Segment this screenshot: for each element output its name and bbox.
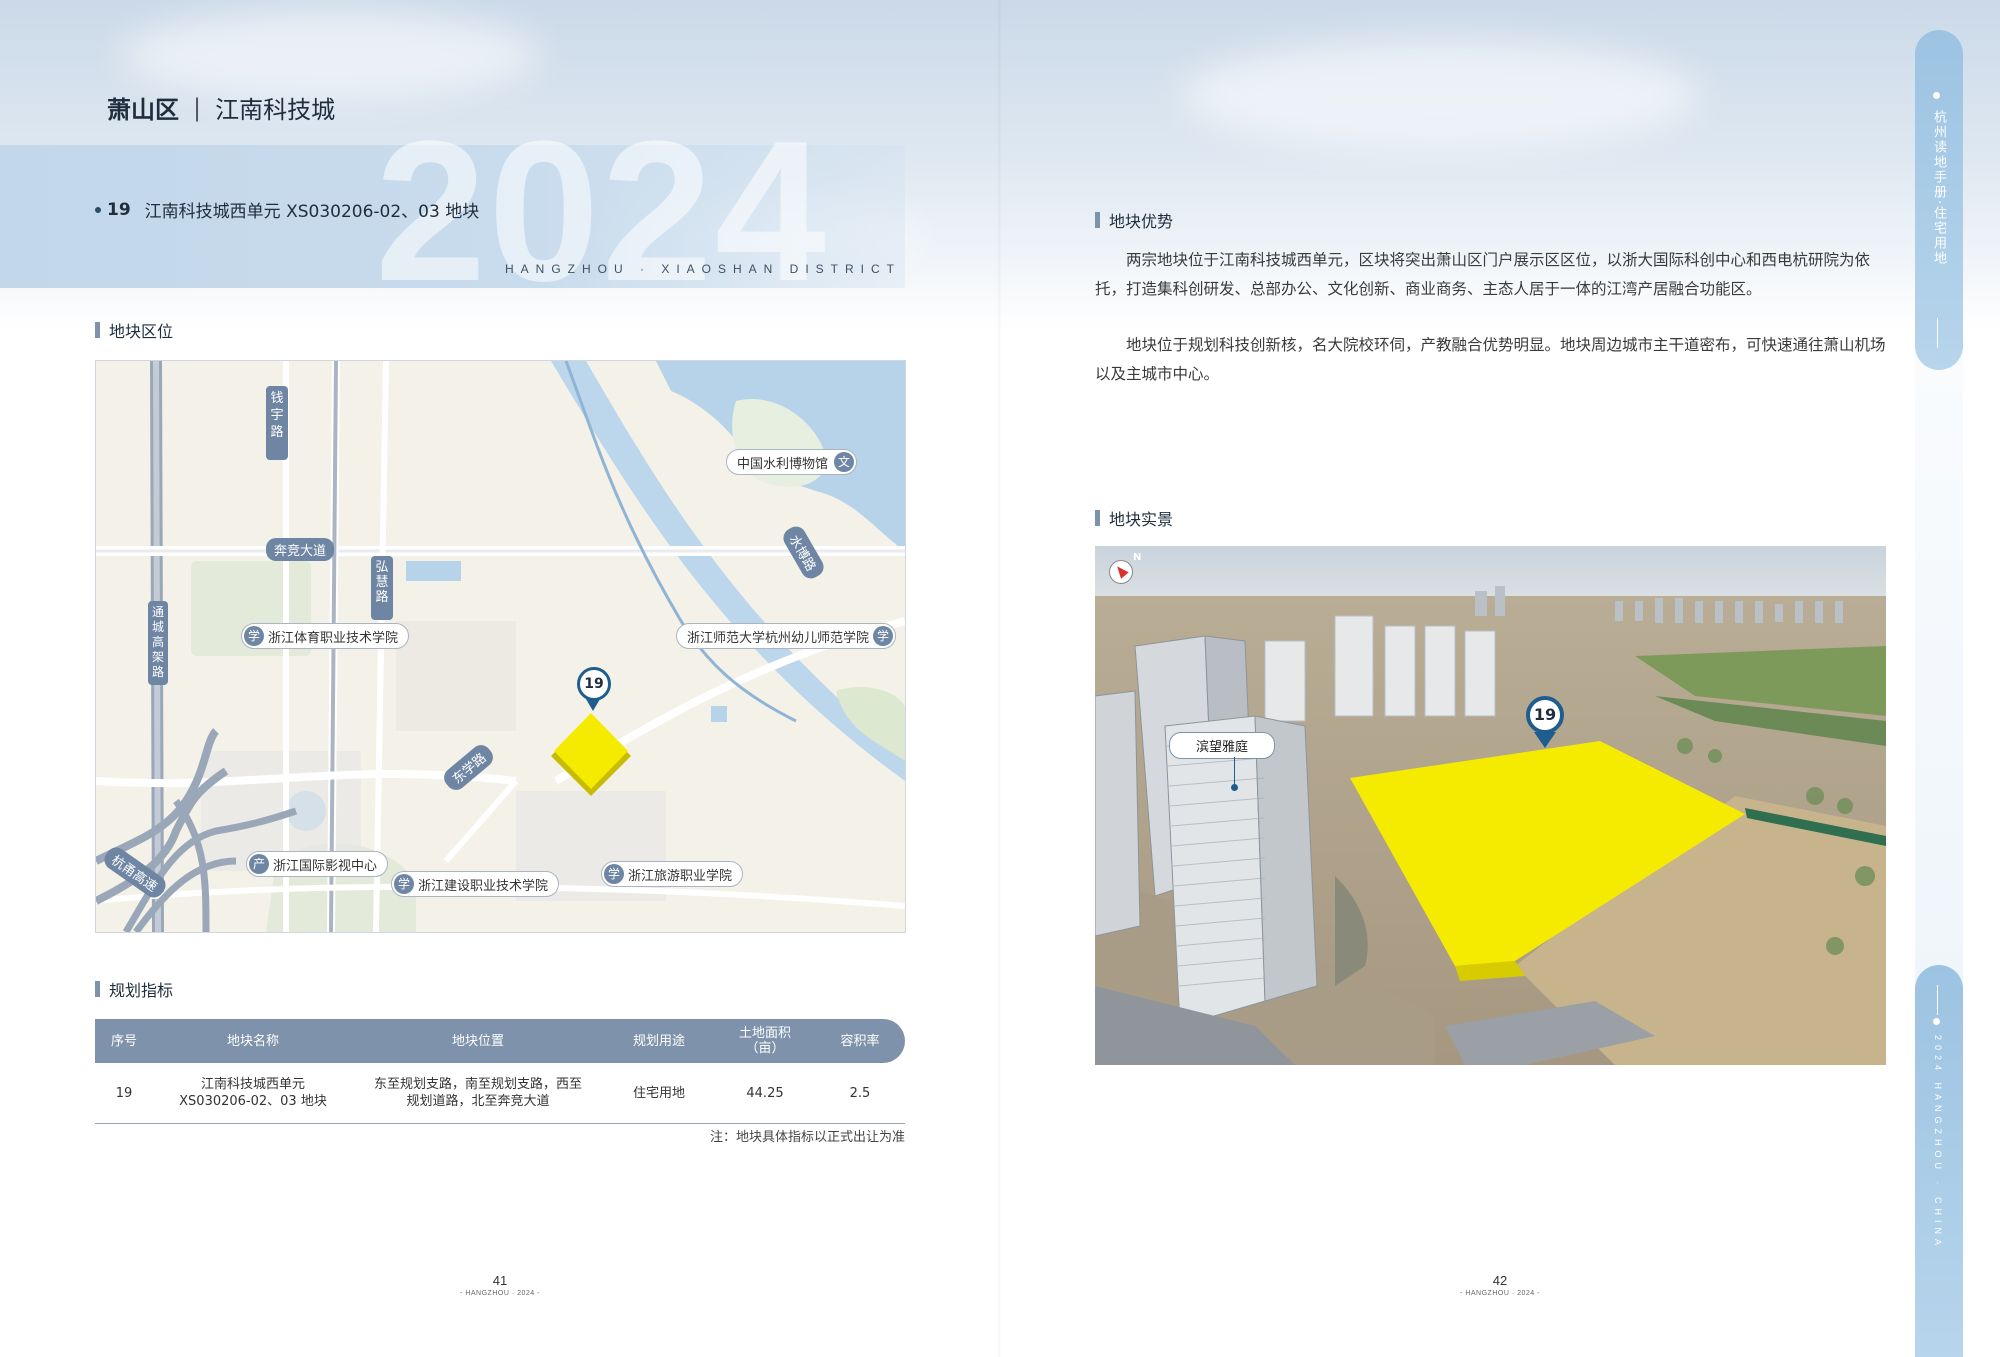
tab-dot-icon <box>1933 1018 1940 1025</box>
cell-name: 江南科技城西单元 XS030206-02、03 地块 <box>153 1063 353 1124</box>
poi-tourism-college-label: 浙江旅游职业学院 <box>628 868 733 884</box>
road-label-benjing: 奔竞大道 <box>266 538 335 561</box>
marker-pin-icon <box>586 699 600 711</box>
english-subtitle: HANGZHOU · XIAOSHAN DISTRICT <box>505 262 902 276</box>
cell-far: 2.5 <box>815 1063 905 1124</box>
school-icon: 学 <box>394 874 414 894</box>
section-marker <box>95 322 100 338</box>
header-location: 地块位置 <box>451 1033 504 1049</box>
poi-normal-college-label: 浙江师范大学杭州幼儿师范学院 <box>687 630 870 646</box>
table-header-row: 序号 地块名称 地块位置 规划用途 土地面积 （亩） 容积率 <box>95 1019 905 1063</box>
section-photo-label: 地块实景 <box>1109 510 1174 529</box>
header-index: 序号 <box>110 1033 137 1049</box>
poi-normal-college: 浙江师范大学杭州幼儿师范学院 学 <box>676 623 897 649</box>
header-area: 土地面积 （亩） <box>738 1026 791 1056</box>
district-name: 萧山区 <box>107 96 179 124</box>
industry-icon: 产 <box>249 854 269 874</box>
page-number-right-value: 42 <box>1492 1273 1508 1288</box>
road-label-qianyu: 钱宇路 <box>266 386 288 460</box>
header-usage: 规划用途 <box>632 1033 685 1049</box>
poi-museum-label: 中国水利博物馆 <box>737 456 829 472</box>
heading-separator: | <box>193 93 202 122</box>
section-advantages-label: 地块优势 <box>1109 212 1174 231</box>
label-leader-line <box>1234 757 1235 787</box>
section-location: 地块区位 <box>95 318 173 342</box>
section-indicators: 规划指标 <box>95 977 173 1001</box>
tab-line <box>1937 985 1938 1015</box>
cell-usage: 住宅用地 <box>603 1063 715 1124</box>
plot-name: 江南科技城西单元 XS030206-02、03 地块 <box>144 202 480 222</box>
school-icon: 学 <box>873 626 894 646</box>
section-marker <box>95 981 100 997</box>
museum-icon: 文 <box>834 452 855 472</box>
school-icon: 学 <box>244 626 264 646</box>
plot-number: 19 <box>107 199 131 220</box>
cell-name-line2: XS030206-02、03 地块 <box>179 1094 327 1109</box>
poi-sport-college-label: 浙江体育职业技术学院 <box>268 630 399 646</box>
school-icon: 学 <box>604 864 624 884</box>
photo-plot-marker: 19 <box>1526 696 1564 734</box>
footer-left-text: - HANGZHOU · 2024 - <box>460 1290 540 1297</box>
cloud <box>1180 40 1700 150</box>
section-advantages: 地块优势 <box>1095 208 1173 232</box>
header-far: 容积率 <box>840 1033 880 1049</box>
indicators-table: 序号 地块名称 地块位置 规划用途 土地面积 （亩） 容积率 19 江南科技城西… <box>95 1019 905 1124</box>
compass-icon <box>1109 560 1133 584</box>
bullet-icon <box>95 206 101 213</box>
location-map: 钱宇路 奔竞大道 弘慧路 通城高架路 东学路 杭甬高速 水博路 中国水利博物馆 … <box>95 360 906 933</box>
plot-title: 19 江南科技城西单元 XS030206-02、03 地块 <box>95 197 479 222</box>
poi-film-center-label: 浙江国际影视中心 <box>273 858 378 874</box>
cell-area: 44.25 <box>715 1063 815 1124</box>
district-heading: 萧山区 | 江南科技城 <box>107 90 335 125</box>
building-label: 滨望雅庭 <box>1169 732 1276 759</box>
road-label-tongcheng: 通城高架路 <box>148 601 168 685</box>
table-row: 19 江南科技城西单元 XS030206-02、03 地块 东至规划支路，南至规… <box>95 1063 905 1124</box>
advantages-paragraph-2: 地块位于规划科技创新核，名大院校环伺，产教融合优势明显。地块周边城市主干道密布，… <box>1095 336 1886 383</box>
header-name: 地块名称 <box>226 1033 279 1049</box>
area-name: 江南科技城 <box>215 96 336 124</box>
table-note: 注：地块具体指标以正式出让为准 <box>709 1130 905 1145</box>
page-spine <box>998 0 1002 1357</box>
section-photo: 地块实景 <box>1095 506 1173 530</box>
cell-location-line2: 规划道路，北至奔竞大道 <box>406 1094 550 1109</box>
poi-construction-college: 学 浙江建设职业技术学院 <box>391 871 560 897</box>
side-tab-top-text: 杭州读地手册·住宅用地 <box>1931 110 1946 267</box>
poi-sport-college: 学 浙江体育职业技术学院 <box>241 623 410 649</box>
label-anchor-icon <box>1231 784 1238 791</box>
side-tab-bottom-text: 2024 HANGZHOU · CHINA <box>1933 1035 1943 1251</box>
page-number-right: 42 - HANGZHOU · 2024 - <box>1440 1273 1560 1297</box>
compass-north-label: N <box>1133 552 1142 563</box>
advantages-paragraph-1: 两宗地块位于江南科技城西单元，区块将突出萧山区门户展示区区位，以浙大国际科创中心… <box>1095 251 1871 298</box>
section-marker <box>1095 510 1100 526</box>
footer-right-text: - HANGZHOU · 2024 - <box>1460 1290 1540 1297</box>
poi-tourism-college: 学 浙江旅游职业学院 <box>601 861 744 887</box>
page-number-left-value: 41 <box>492 1273 508 1288</box>
cell-location-line1: 东至规划支路，南至规划支路，西至 <box>373 1077 582 1092</box>
poi-construction-college-label: 浙江建设职业技术学院 <box>418 878 549 894</box>
cell-name-line1: 江南科技城西单元 <box>200 1077 305 1092</box>
poi-museum: 中国水利博物馆 文 <box>726 449 858 475</box>
road-label-hongyu: 弘慧路 <box>371 556 393 620</box>
section-indicators-label: 规划指标 <box>109 981 174 1000</box>
tab-line <box>1937 318 1938 348</box>
marker-pin-icon <box>1534 732 1556 748</box>
map-plot-marker: 19 <box>577 667 611 701</box>
tab-dot-icon <box>1933 92 1940 99</box>
cell-location: 东至规划支路，南至规划支路，西至 规划道路，北至奔竞大道 <box>353 1063 603 1124</box>
site-photo: N 19 滨望雅庭 <box>1095 546 1886 1065</box>
compass-needle-icon <box>1113 563 1129 579</box>
section-marker <box>1095 212 1100 228</box>
cloud <box>120 10 540 100</box>
cell-index: 19 <box>95 1063 153 1124</box>
poi-film-center: 产 浙江国际影视中心 <box>246 851 389 877</box>
page-number-left: 41 - HANGZHOU · 2024 - <box>440 1273 560 1297</box>
section-location-label: 地块区位 <box>109 322 174 341</box>
